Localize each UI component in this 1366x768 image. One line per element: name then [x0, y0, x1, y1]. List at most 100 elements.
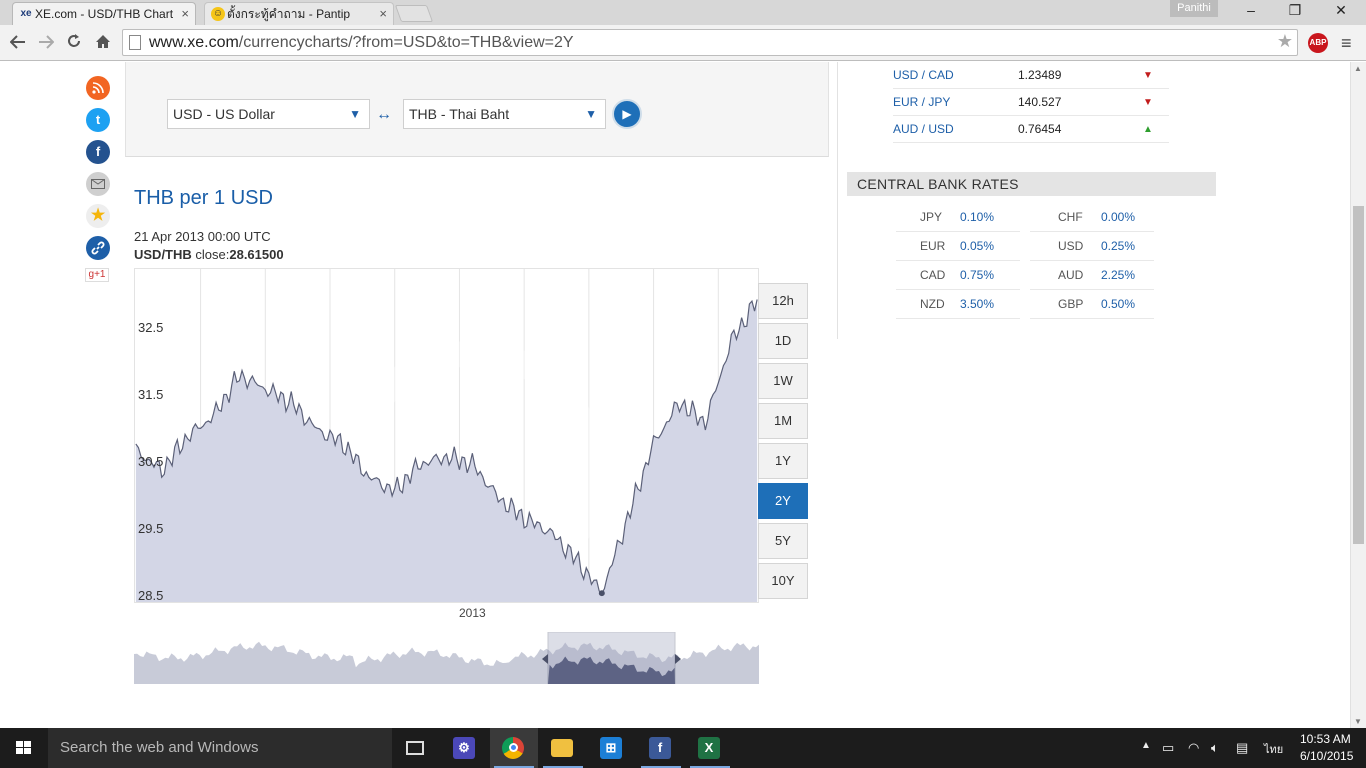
rate-percent[interactable]: 0.10%	[960, 203, 994, 232]
table-row[interactable]: USD / CAD 1.23489 ▼	[893, 62, 1169, 89]
taskbar-settings[interactable]: ⚙	[441, 728, 489, 768]
tray-expand-icon[interactable]: ▲	[1141, 740, 1151, 751]
back-button[interactable]	[6, 31, 30, 55]
range-button-5y[interactable]: 5Y	[758, 523, 808, 559]
range-button-1m[interactable]: 1M	[758, 403, 808, 439]
scroll-thumb[interactable]	[1353, 206, 1364, 544]
range-button-1w[interactable]: 1W	[758, 363, 808, 399]
x-tick-label: 2013	[459, 606, 486, 620]
taskbar-file-explorer[interactable]	[539, 728, 587, 768]
close-icon[interactable]: ×	[181, 3, 189, 25]
rate-percent[interactable]: 0.75%	[960, 261, 994, 290]
rate-pair[interactable]: AUD / USD	[893, 116, 954, 143]
range-button-1d[interactable]: 1D	[758, 323, 808, 359]
y-tick-label: 30.5	[138, 454, 164, 469]
clock-date[interactable]: 6/10/2015	[1300, 749, 1353, 763]
to-currency-value: THB - Thai Baht	[409, 106, 510, 122]
minimize-button[interactable]: –	[1228, 0, 1274, 20]
hamburger-menu-icon[interactable]: ≡	[1341, 34, 1359, 52]
taskbar-facebook[interactable]: f	[637, 728, 685, 768]
maximize-button[interactable]: ❐	[1272, 0, 1318, 20]
rate-percent[interactable]: 0.05%	[960, 232, 994, 261]
task-view-button[interactable]	[392, 728, 440, 768]
tab-pantip[interactable]: ☺ ตั้งกระทู้คำถาม - Pantip ×	[204, 2, 394, 25]
action-center-icon[interactable]: ▤	[1236, 740, 1248, 756]
central-bank-rate: AUD 2.25%	[1030, 261, 1154, 290]
range-button-1y[interactable]: 1Y	[758, 443, 808, 479]
chart-navigator[interactable]	[134, 632, 759, 684]
currency-code: GBP	[1058, 297, 1084, 311]
swap-currencies-button[interactable]: ↔	[376, 106, 392, 124]
google-plus-icon[interactable]: g+1	[85, 268, 109, 282]
start-button[interactable]	[0, 728, 48, 768]
close-icon[interactable]: ×	[379, 3, 387, 25]
close-window-button[interactable]: ✕	[1318, 0, 1364, 20]
bookmark-star-icon[interactable]: ★	[1277, 31, 1293, 52]
task-view-icon	[406, 741, 424, 755]
taskbar-chrome[interactable]	[490, 728, 538, 768]
rate-percent[interactable]: 3.50%	[960, 290, 994, 319]
scroll-down-icon[interactable]: ▼	[1354, 717, 1362, 726]
rate-value: 0.76454	[1018, 122, 1062, 136]
currency-code: JPY	[920, 210, 943, 224]
central-bank-header: CENTRAL BANK RATES	[847, 172, 1216, 196]
back-arrow-icon	[9, 35, 25, 49]
central-bank-rate: JPY 0.10%	[896, 203, 1020, 232]
rate-percent[interactable]: 0.25%	[1101, 232, 1135, 261]
profile-button[interactable]: Panithi	[1170, 0, 1218, 17]
browser-tab-bar: xe XE.com - USD/THB Chart × ☺ ตั้งกระทู้…	[0, 0, 1366, 25]
central-bank-rate: USD 0.25%	[1030, 232, 1154, 261]
trend-down-icon: ▼	[1143, 70, 1153, 81]
forward-arrow-icon	[39, 35, 55, 49]
range-button-2y[interactable]: 2Y	[758, 483, 808, 519]
battery-icon[interactable]: ▭	[1162, 740, 1174, 756]
go-button[interactable]: ▶	[612, 99, 642, 129]
twitter-icon[interactable]: t	[86, 108, 110, 132]
rate-percent[interactable]: 2.25%	[1101, 261, 1135, 290]
store-bag-icon: ⊞	[600, 737, 622, 759]
central-bank-rate: CAD 0.75%	[896, 261, 1020, 290]
from-currency-select[interactable]: USD - US Dollar ▼	[167, 99, 370, 129]
favorite-star-icon[interactable]: ★	[86, 204, 110, 228]
facebook-icon[interactable]: f	[86, 140, 110, 164]
email-icon[interactable]	[86, 172, 110, 196]
clock-time[interactable]: 10:53 AM	[1300, 732, 1351, 746]
adblock-plus-icon[interactable]: ABP	[1308, 33, 1328, 53]
rate-percent[interactable]: 0.50%	[1101, 290, 1135, 319]
address-url: www.xe.com/currencycharts/?from=USD&to=T…	[149, 34, 574, 51]
to-currency-select[interactable]: THB - Thai Baht ▼	[403, 99, 606, 129]
table-row[interactable]: AUD / USD 0.76454 ▲	[893, 116, 1169, 143]
link-icon[interactable]	[86, 236, 110, 260]
taskbar-store[interactable]: ⊞	[588, 728, 636, 768]
rate-pair[interactable]: USD / CAD	[893, 62, 954, 89]
rate-percent[interactable]: 0.00%	[1101, 203, 1135, 232]
wifi-icon[interactable]: ◠	[1188, 740, 1199, 756]
home-button[interactable]	[91, 31, 115, 55]
taskbar-search[interactable]: Search the web and Windows	[48, 728, 392, 768]
taskbar-excel[interactable]: X	[686, 728, 734, 768]
table-row[interactable]: EUR / JPY 140.527 ▼	[893, 89, 1169, 116]
address-bar[interactable]: www.xe.com/currencycharts/?from=USD&to=T…	[122, 29, 1298, 56]
rates-table: USD / CAD 1.23489 ▼ EUR / JPY 140.527 ▼ …	[893, 62, 1169, 143]
rss-icon[interactable]	[86, 76, 110, 100]
volume-icon[interactable]: 🔈︎	[1211, 740, 1219, 756]
rate-value: 1.23489	[1018, 68, 1062, 82]
tab-xe-chart[interactable]: xe XE.com - USD/THB Chart ×	[12, 2, 196, 25]
rate-chart[interactable]	[134, 268, 759, 603]
page-icon	[129, 35, 141, 50]
forward-button[interactable]	[34, 31, 58, 55]
pantip-favicon-icon: ☺	[211, 7, 225, 21]
trend-down-icon: ▼	[1143, 97, 1153, 108]
new-tab-button[interactable]	[394, 5, 434, 22]
dropdown-arrow-icon: ▼	[349, 107, 361, 121]
range-button-10y[interactable]: 10Y	[758, 563, 808, 599]
input-language[interactable]: ไทย	[1264, 740, 1283, 758]
scroll-up-icon[interactable]: ▲	[1354, 64, 1362, 73]
currency-code: CAD	[920, 268, 946, 282]
page-scrollbar[interactable]: ▲ ▼	[1350, 62, 1366, 728]
chrome-icon	[502, 737, 524, 759]
rate-pair[interactable]: EUR / JPY	[893, 89, 950, 116]
trend-up-icon: ▲	[1143, 124, 1153, 135]
reload-button[interactable]	[62, 31, 86, 55]
range-button-12h[interactable]: 12h	[758, 283, 808, 319]
